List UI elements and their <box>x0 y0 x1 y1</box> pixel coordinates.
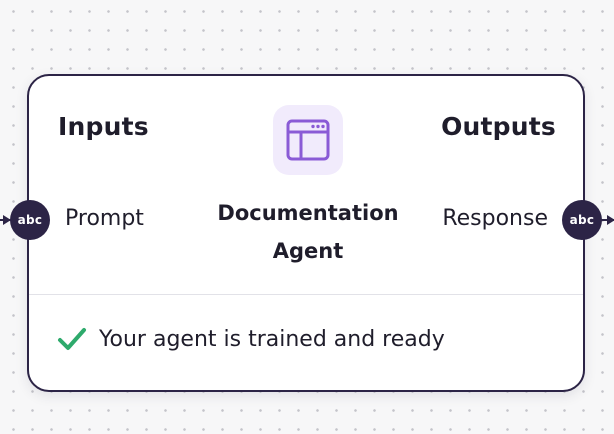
check-icon <box>58 328 86 350</box>
outgoing-edge-arrow-icon <box>607 215 614 225</box>
agent-icon-container <box>273 105 343 175</box>
output-port-handle[interactable]: abc <box>562 200 602 240</box>
agent-name: Documentation Agent <box>217 201 399 263</box>
output-port-type-badge: abc <box>569 213 595 227</box>
status-text: Your agent is trained and ready <box>99 326 445 352</box>
inputs-title: Inputs <box>58 112 149 141</box>
input-port-handle[interactable]: abc <box>10 200 50 240</box>
outputs-title: Outputs <box>441 112 556 141</box>
status-row: Your agent is trained and ready <box>57 326 445 352</box>
input-port-label: Prompt <box>65 206 144 231</box>
output-port-label: Response <box>442 206 548 231</box>
browser-window-icon <box>286 119 330 161</box>
node-divider <box>29 294 583 295</box>
agent-node[interactable]: Inputs Outputs Documentation Agent Promp… <box>27 74 585 392</box>
input-port-type-badge: abc <box>17 213 43 227</box>
